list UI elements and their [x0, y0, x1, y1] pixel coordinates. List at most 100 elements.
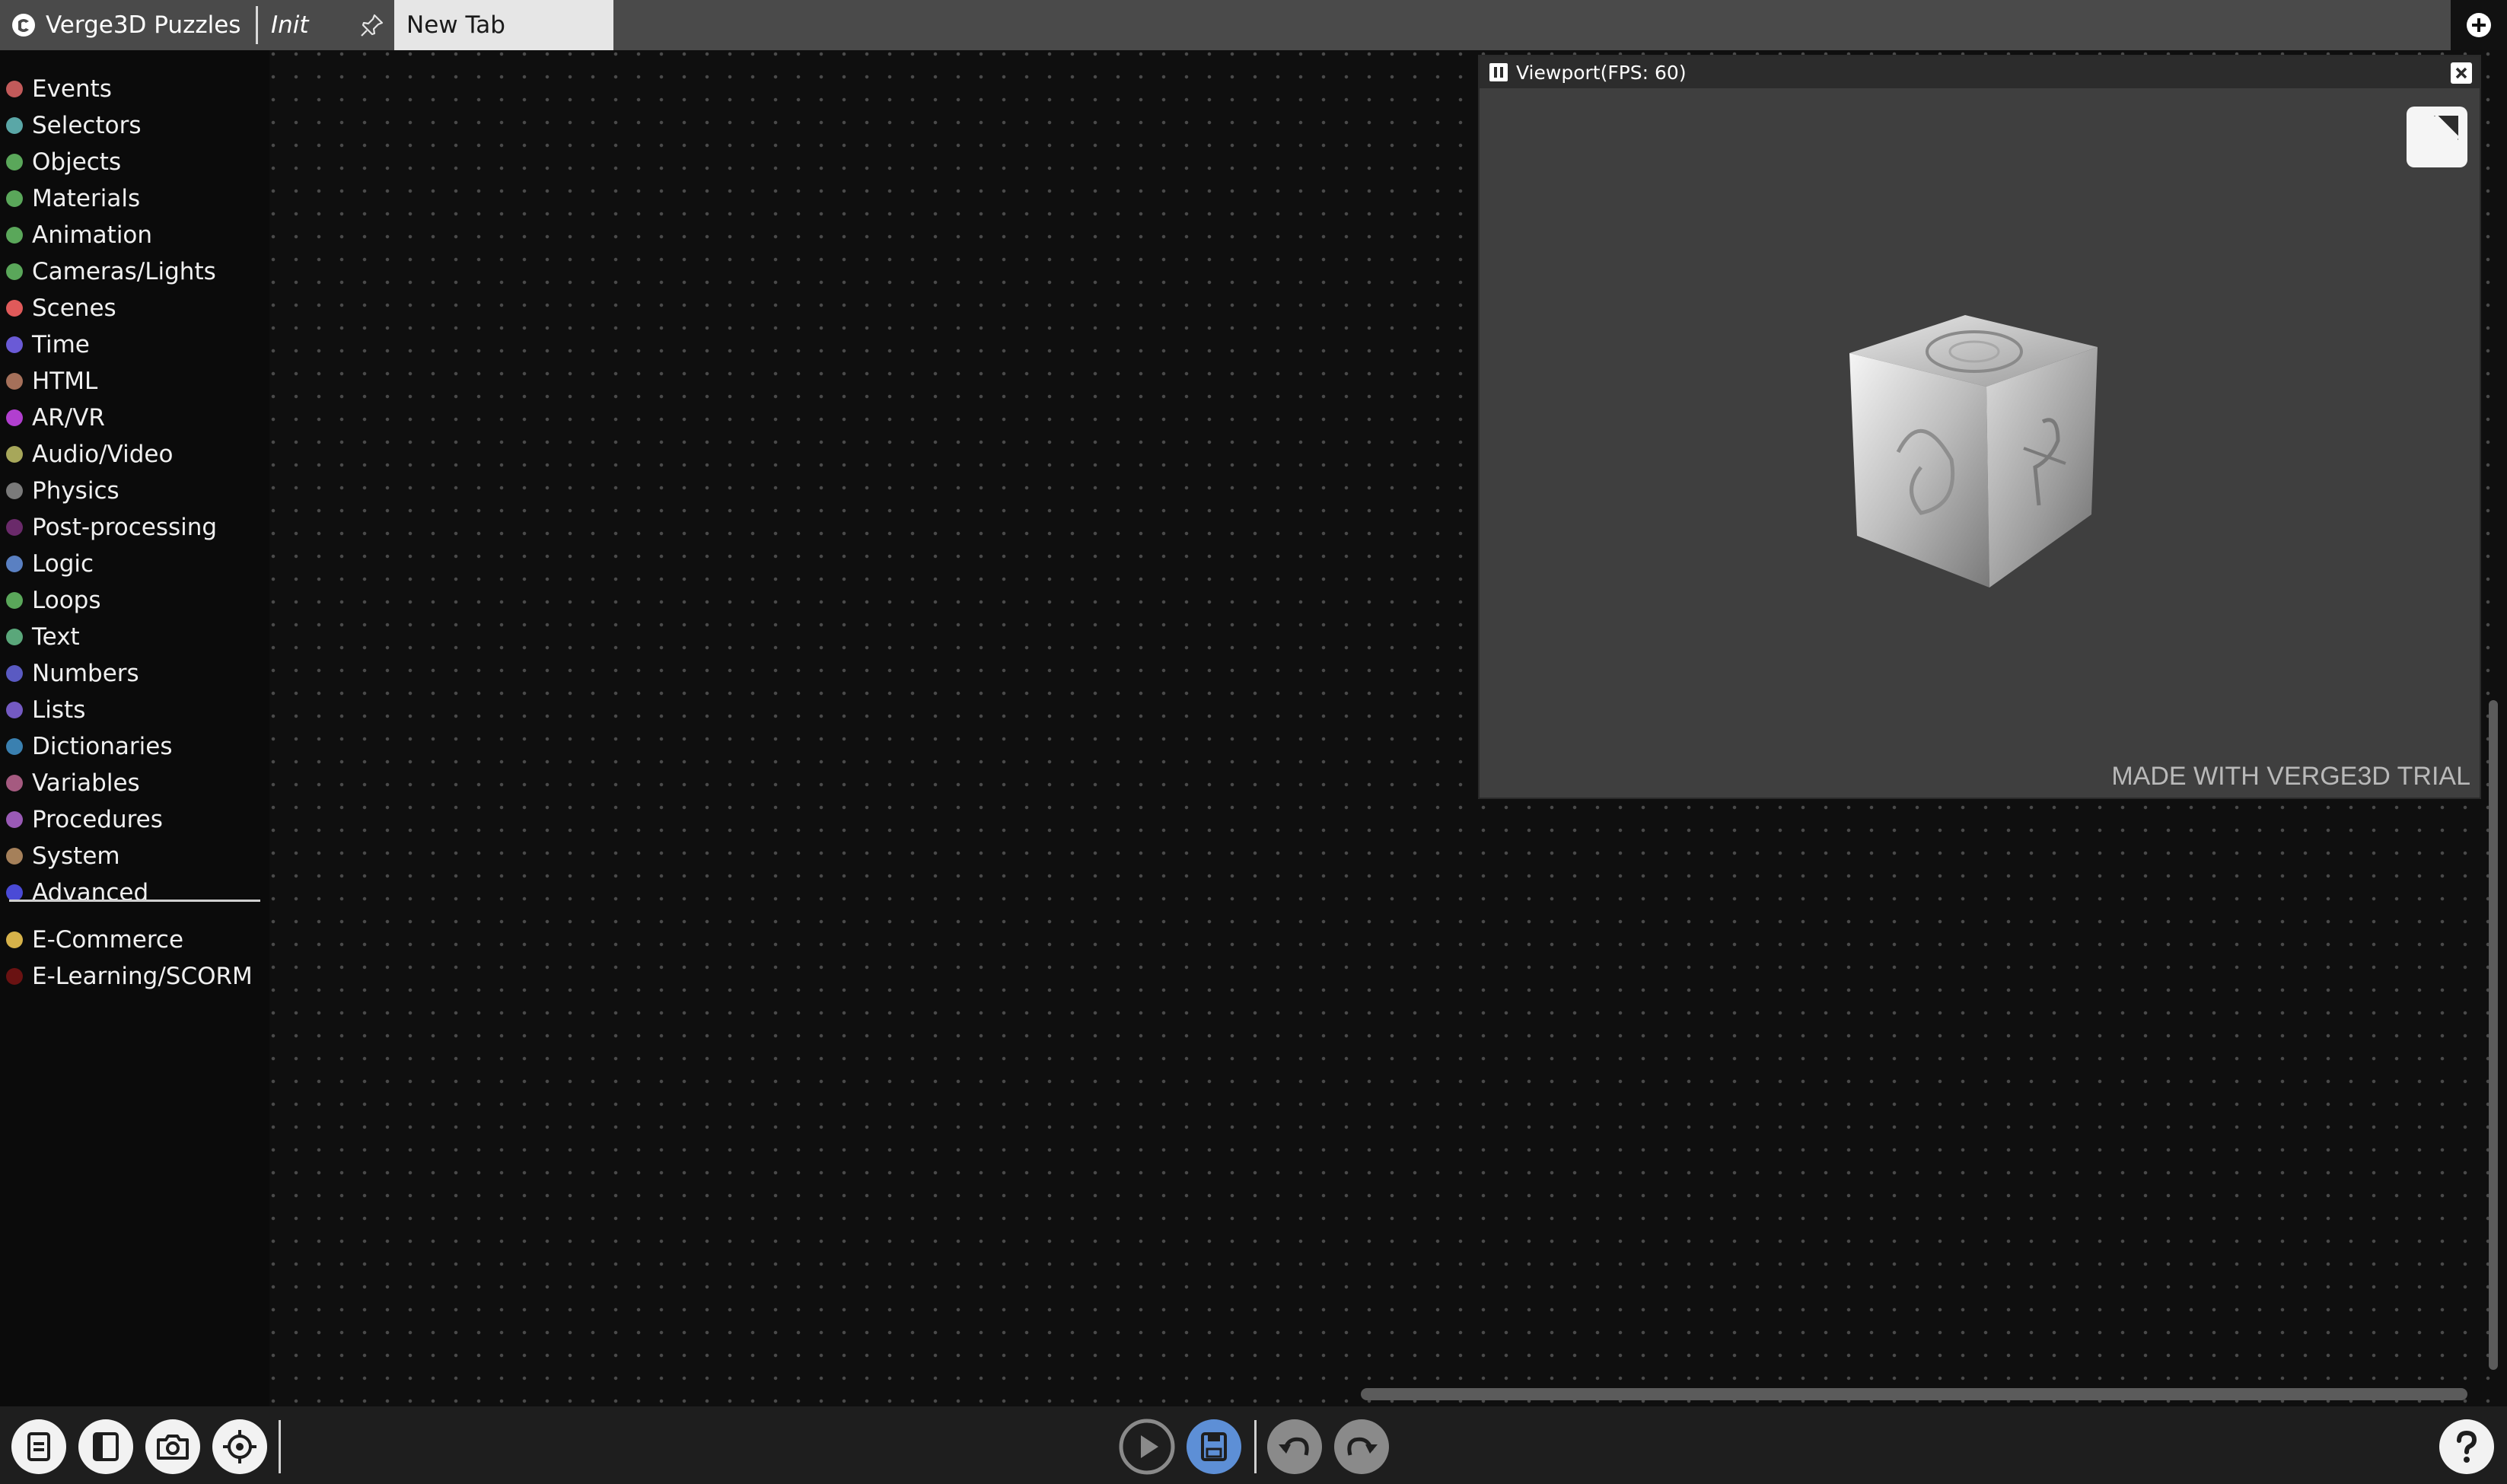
- close-icon: [2455, 67, 2467, 79]
- category-dictionaries[interactable]: Dictionaries: [0, 729, 269, 764]
- category-logic[interactable]: Logic: [0, 546, 269, 581]
- target-crosshair-icon: [212, 1419, 267, 1474]
- category-animation[interactable]: Animation: [0, 218, 269, 253]
- category-label: Dictionaries: [32, 733, 173, 760]
- category-label: Objects: [32, 148, 122, 176]
- category-color-dot: [6, 190, 23, 207]
- viewport-close-button[interactable]: [2451, 62, 2472, 84]
- category-color-dot: [6, 665, 23, 682]
- tab-init[interactable]: Init: [259, 0, 393, 50]
- screenshot-camera-icon: [145, 1419, 200, 1474]
- undo-button[interactable]: [1266, 1419, 1323, 1475]
- category-color-dot: [6, 227, 23, 244]
- category-html[interactable]: HTML: [0, 364, 269, 399]
- tab-new-tab[interactable]: New Tab: [394, 0, 613, 50]
- category-color-dot: [6, 409, 23, 426]
- category-label: E-Learning/SCORM: [32, 963, 253, 990]
- save-button[interactable]: [1186, 1419, 1242, 1475]
- category-loops[interactable]: Loops: [0, 583, 269, 618]
- category-label: AR/VR: [32, 404, 105, 432]
- category-post-processing[interactable]: Post-processing: [0, 510, 269, 545]
- puzzles-editor: Verge3D Puzzles Init New Tab Events Selec…: [0, 0, 2507, 1484]
- viewport-header[interactable]: Viewport(FPS: 60): [1480, 56, 2480, 88]
- category-label: Procedures: [32, 806, 163, 833]
- category-label: Post-processing: [32, 514, 218, 541]
- category-cameras-lights[interactable]: Cameras/Lights: [0, 254, 269, 289]
- horizontal-scrollbar[interactable]: [1361, 1388, 2467, 1400]
- category-lists[interactable]: Lists: [0, 693, 269, 728]
- category-text[interactable]: Text: [0, 619, 269, 654]
- viewport-pause-icon[interactable]: [1489, 62, 1508, 82]
- tab-init-label: Init: [271, 11, 309, 39]
- category-procedures[interactable]: Procedures: [0, 802, 269, 837]
- category-color-dot: [6, 263, 23, 280]
- category-color-dot: [6, 482, 23, 499]
- chrome-cube-model: [1849, 315, 2098, 588]
- play-icon: [1119, 1419, 1175, 1475]
- toolbar-divider-center: [1254, 1420, 1257, 1473]
- category-advanced[interactable]: Advanced: [0, 875, 269, 910]
- category-numbers[interactable]: Numbers: [0, 656, 269, 691]
- category-color-dot: [6, 629, 23, 645]
- trial-watermark: MADE WITH VERGE3D TRIAL: [2111, 762, 2470, 791]
- app-title: Verge3D Puzzles: [46, 11, 241, 39]
- category-color-dot: [6, 738, 23, 755]
- category-scenes[interactable]: Scenes: [0, 291, 269, 326]
- redo-button[interactable]: [1333, 1419, 1390, 1475]
- plus-circle-icon: [2467, 13, 2491, 37]
- screenshot-button[interactable]: [145, 1419, 201, 1475]
- category-label: Scenes: [32, 295, 116, 322]
- viewport-title: Viewport(FPS: 60): [1516, 61, 1687, 84]
- category-label: Variables: [32, 769, 140, 797]
- category-audio-video[interactable]: Audio/Video: [0, 437, 269, 472]
- category-color-dot: [6, 519, 23, 536]
- category-time[interactable]: Time: [0, 327, 269, 362]
- play-button[interactable]: [1119, 1419, 1175, 1475]
- category-color-dot: [6, 556, 23, 572]
- category-label: Materials: [32, 185, 141, 212]
- category-label: Advanced: [32, 879, 149, 906]
- app-brand[interactable]: Verge3D Puzzles: [0, 0, 256, 50]
- category-label: Logic: [32, 550, 94, 578]
- fullscreen-icon: [2434, 114, 2460, 140]
- category-system[interactable]: System: [0, 839, 269, 874]
- category-label: E-Commerce: [32, 926, 184, 954]
- bottom-toolbar: [0, 1406, 2507, 1484]
- sidebar-toggle-button[interactable]: [78, 1419, 134, 1475]
- category-objects[interactable]: Objects: [0, 145, 269, 180]
- redo-icon: [1334, 1419, 1389, 1474]
- category-color-dot: [6, 811, 23, 828]
- vertical-scrollbar[interactable]: [2489, 700, 2498, 1370]
- category-separator: [9, 900, 260, 902]
- category-label: Physics: [32, 477, 119, 505]
- category-materials[interactable]: Materials: [0, 181, 269, 216]
- category-selectors[interactable]: Selectors: [0, 108, 269, 143]
- category-color-dot: [6, 154, 23, 170]
- category-color-dot: [6, 592, 23, 609]
- category-label: Numbers: [32, 660, 139, 687]
- category-variables[interactable]: Variables: [0, 766, 269, 801]
- undo-icon: [1267, 1419, 1322, 1474]
- category-label: System: [32, 842, 120, 870]
- category-color-dot: [6, 446, 23, 463]
- help-button[interactable]: [2439, 1419, 2495, 1475]
- category-ar-vr[interactable]: AR/VR: [0, 400, 269, 435]
- category-color-dot: [6, 300, 23, 317]
- category-physics[interactable]: Physics: [0, 473, 269, 508]
- category-color-dot: [6, 775, 23, 791]
- fullscreen-button[interactable]: [2407, 107, 2467, 167]
- target-button[interactable]: [212, 1419, 268, 1475]
- category-label: Cameras/Lights: [32, 258, 216, 285]
- category-color-dot: [6, 884, 23, 901]
- help-icon: [2439, 1419, 2494, 1474]
- category-events[interactable]: Events: [0, 72, 269, 107]
- viewport-panel[interactable]: Viewport(FPS: 60) MADE WITH VERGE3D TRIA…: [1478, 55, 2481, 799]
- toolbar-divider: [279, 1420, 281, 1473]
- category-e-commerce[interactable]: E-Commerce: [0, 922, 269, 957]
- category-label: Events: [32, 75, 112, 103]
- file-menu-icon: [11, 1419, 66, 1474]
- pin-icon[interactable]: [358, 11, 387, 40]
- file-menu-button[interactable]: [11, 1419, 67, 1475]
- add-tab-button[interactable]: [2451, 0, 2507, 50]
- category-e-learning-scorm[interactable]: E-Learning/SCORM: [0, 959, 269, 994]
